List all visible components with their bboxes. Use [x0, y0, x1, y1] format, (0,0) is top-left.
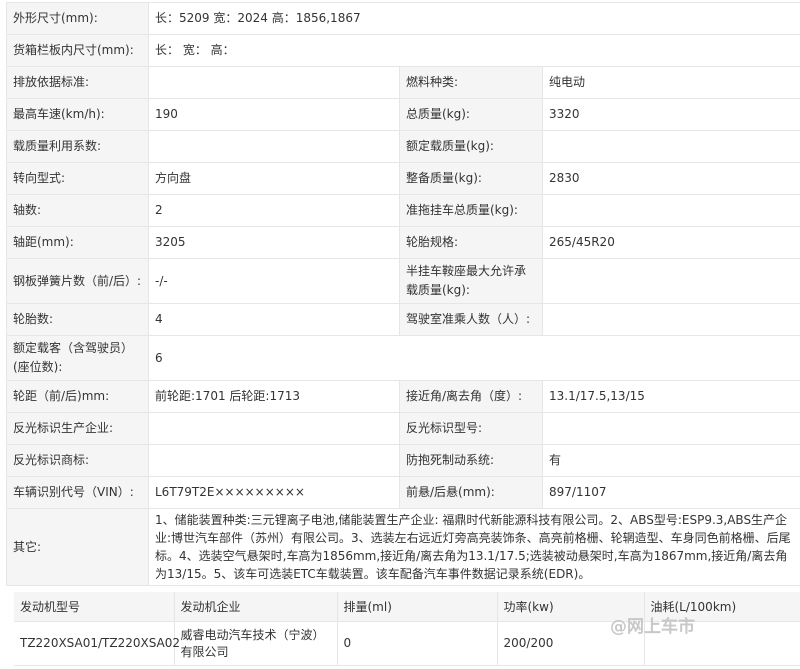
- spec-row: 最高车速(km/h): 190 总质量(kg): 3320: [6, 98, 800, 131]
- spec-row: 额定载客（含驾驶员）(座位数): 6: [6, 335, 800, 381]
- spec-row: 排放依据标准: 燃料种类: 纯电动: [6, 66, 800, 99]
- spec-row: 车辆识别代号（VIN）: L6T79T2E××××××××× 前悬/后悬(mm)…: [6, 476, 800, 509]
- value-saddle-load: [541, 258, 800, 304]
- value-gross-mass: 3320: [541, 98, 800, 131]
- value-overhang: 897/1107: [541, 476, 800, 509]
- value-tire-spec: 265/45R20: [541, 226, 800, 259]
- header-displacement: 排量(ml): [336, 592, 497, 622]
- value-tire-count: 4: [148, 303, 400, 336]
- spec-row: 轮胎数: 4 驾驶室准乘人数（人）:: [6, 303, 800, 336]
- label-leaf-springs: 钢板弹簧片数（前/后）:: [6, 258, 149, 304]
- label-tire-spec: 轮胎规格:: [399, 226, 543, 259]
- value-reflector-model: [541, 412, 800, 445]
- label-saddle-load: 半挂车鞍座最大允许承载质量(kg):: [399, 258, 543, 304]
- label-cargo-box-dimensions: 货箱栏板内尺寸(mm):: [6, 34, 149, 67]
- value-leaf-springs: -/-: [148, 258, 400, 304]
- label-load-utilization: 载质量利用系数:: [6, 130, 149, 163]
- spec-row: 载质量利用系数: 额定载质量(kg):: [6, 130, 800, 163]
- spec-table: 外形尺寸(mm): 长：5209 宽：2024 高：1856,1867 货箱栏板…: [6, 2, 800, 586]
- value-max-speed: 190: [148, 98, 400, 131]
- value-wheelbase: 3205: [148, 226, 400, 259]
- label-dimensions: 外形尺寸(mm):: [6, 2, 149, 35]
- spec-row: 外形尺寸(mm): 长：5209 宽：2024 高：1856,1867: [6, 2, 800, 35]
- value-cab-capacity: [541, 303, 800, 336]
- value-rated-load: [541, 130, 800, 163]
- value-axle-count: 2: [148, 194, 400, 227]
- value-cargo-box-dimensions: 长： 宽： 高：: [147, 34, 800, 67]
- value-dimensions: 长：5209 宽：2024 高：1856,1867: [147, 2, 800, 35]
- value-abs: 有: [541, 444, 800, 477]
- header-engine-maker: 发动机企业: [173, 592, 337, 622]
- label-max-speed: 最高车速(km/h):: [6, 98, 149, 131]
- spec-row: 其它: 1、储能装置种类:三元锂离子电池,储能装置生产企业: 福鼎时代新能源科技…: [6, 508, 800, 586]
- label-approach-departure: 接近角/离去角（度）:: [399, 380, 543, 413]
- value-rated-passengers: 6: [147, 335, 800, 381]
- spec-row: 反光标识生产企业: 反光标识型号:: [6, 412, 800, 445]
- value-emission-standard: [148, 66, 400, 99]
- label-tire-count: 轮胎数:: [6, 303, 149, 336]
- label-reflector-brand: 反光标识商标:: [6, 444, 149, 477]
- label-other: 其它:: [6, 508, 149, 586]
- label-track-width: 轮距（前/后)mm:: [6, 380, 149, 413]
- label-steering-type: 转向型式:: [6, 162, 149, 195]
- value-vin: L6T79T2E×××××××××: [148, 476, 400, 509]
- value-other-notes: 1、储能装置种类:三元锂离子电池,储能装置生产企业: 福鼎时代新能源科技有限公司…: [147, 508, 800, 586]
- label-emission-standard: 排放依据标准:: [6, 66, 149, 99]
- value-fuel-type: 纯电动: [541, 66, 800, 99]
- engine-maker: 威睿电动汽车技术（宁波）有限公司: [173, 621, 337, 666]
- label-rated-load: 额定载质量(kg):: [399, 130, 543, 163]
- label-abs: 防抱死制动系统:: [399, 444, 543, 477]
- engine-displacement: 0: [336, 621, 497, 666]
- header-engine-model: 发动机型号: [14, 592, 174, 622]
- value-steering-type: 方向盘: [148, 162, 400, 195]
- label-rated-passengers: 额定载客（含驾驶员）(座位数):: [6, 335, 149, 381]
- value-curb-mass: 2830: [541, 162, 800, 195]
- value-load-utilization: [148, 130, 400, 163]
- label-wheelbase: 轴距(mm):: [6, 226, 149, 259]
- watermark-logo: @网上车市: [610, 617, 695, 637]
- label-fuel-type: 燃料种类:: [399, 66, 543, 99]
- label-vin: 车辆识别代号（VIN）:: [6, 476, 149, 509]
- spec-row: 转向型式: 方向盘 整备质量(kg): 2830: [6, 162, 800, 195]
- spec-row: 货箱栏板内尺寸(mm): 长： 宽： 高：: [6, 34, 800, 67]
- spec-row: 钢板弹簧片数（前/后）: -/- 半挂车鞍座最大允许承载质量(kg):: [6, 258, 800, 304]
- value-reflector-maker: [148, 412, 400, 445]
- value-trailer-mass: [541, 194, 800, 227]
- spec-row: 轴数: 2 准拖挂车总质量(kg):: [6, 194, 800, 227]
- spec-row: 轮距（前/后)mm: 前轮距:1701 后轮距:1713 接近角/离去角（度）:…: [6, 380, 800, 413]
- label-reflector-model: 反光标识型号:: [399, 412, 543, 445]
- value-track-width: 前轮距:1701 后轮距:1713: [148, 380, 400, 413]
- label-gross-mass: 总质量(kg):: [399, 98, 543, 131]
- label-trailer-mass: 准拖挂车总质量(kg):: [399, 194, 543, 227]
- label-cab-capacity: 驾驶室准乘人数（人）:: [399, 303, 543, 336]
- engine-model: TZ220XSA01/TZ220XSA02: [14, 621, 180, 666]
- value-approach-departure: 13.1/17.5,13/15: [541, 380, 800, 413]
- label-axle-count: 轴数:: [6, 194, 149, 227]
- label-curb-mass: 整备质量(kg):: [399, 162, 543, 195]
- label-overhang: 前悬/后悬(mm):: [399, 476, 543, 509]
- spec-row: 轴距(mm): 3205 轮胎规格: 265/45R20: [6, 226, 800, 259]
- label-reflector-maker: 反光标识生产企业:: [6, 412, 149, 445]
- value-reflector-brand: [148, 444, 400, 477]
- spec-row: 反光标识商标: 防抱死制动系统: 有: [6, 444, 800, 477]
